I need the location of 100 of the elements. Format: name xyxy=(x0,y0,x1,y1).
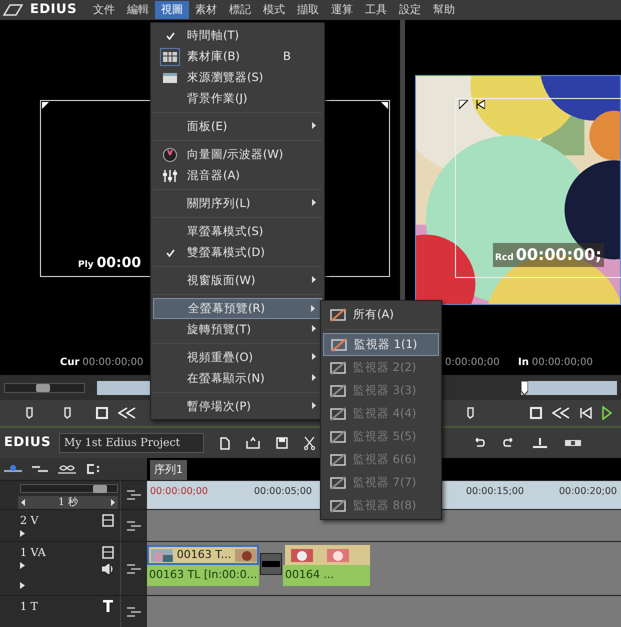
clip-label: 00164 ... xyxy=(285,567,334,584)
sync-icon[interactable] xyxy=(126,489,142,501)
scale-selector[interactable]: 1 秒 xyxy=(18,496,118,509)
expand-icon[interactable] xyxy=(20,562,25,569)
track-name: 1 VA xyxy=(20,545,46,561)
menu-item[interactable]: 模式 xyxy=(256,1,291,19)
sequence-tab[interactable]: 序列1 xyxy=(150,460,187,480)
rewind-icon[interactable] xyxy=(552,407,570,419)
open-icon[interactable] xyxy=(246,437,260,449)
stop-icon[interactable] xyxy=(530,407,542,419)
position-slider[interactable] xyxy=(521,380,618,394)
expand-icon[interactable] xyxy=(20,530,25,537)
timecode: 00:00:00;00 xyxy=(82,356,144,370)
menu-item[interactable]: 關閉序列(L) xyxy=(153,193,322,214)
track-name: 2 V xyxy=(20,513,38,529)
menu-item[interactable]: 雙螢幕模式(D) xyxy=(153,242,322,263)
menu-item[interactable]: 視窗版面(W) xyxy=(153,270,322,291)
step-back-icon[interactable] xyxy=(580,407,592,419)
no-monitor-icon xyxy=(329,476,347,490)
split-icon[interactable] xyxy=(532,437,547,449)
menu-item[interactable]: 編輯 xyxy=(120,1,155,19)
no-monitor-icon xyxy=(329,360,347,374)
track-name: 1 T xyxy=(20,599,38,615)
scope-icon xyxy=(162,148,178,162)
ripple-icon[interactable] xyxy=(564,438,581,448)
link-icon[interactable] xyxy=(58,464,76,474)
menu-item[interactable]: 暫停場次(P) xyxy=(153,396,322,417)
menu-item[interactable]: 時間軸(T) xyxy=(153,25,322,46)
video-clip[interactable]: 00163 T... xyxy=(147,545,259,565)
corner-marker-icon xyxy=(42,102,49,109)
menu-item[interactable]: 背景作業(J) xyxy=(153,88,322,109)
menu-item[interactable]: 標記 xyxy=(222,1,257,19)
menu-item[interactable]: 文件 xyxy=(86,1,121,19)
group-icon[interactable] xyxy=(86,464,102,474)
zoom-slider[interactable] xyxy=(20,484,118,493)
menu-item[interactable]: 工具 xyxy=(358,1,393,19)
menu-item[interactable]: 面板(E) xyxy=(153,116,322,137)
menu-item[interactable]: 在螢幕顯示(N) xyxy=(153,368,322,389)
video-clip[interactable] xyxy=(285,545,370,565)
audio-clip[interactable]: 00164 ... xyxy=(283,565,370,586)
ruler-timecode: 00:00:15;00 xyxy=(466,485,524,499)
menu-item[interactable]: 設定 xyxy=(392,1,427,19)
redo-icon[interactable] xyxy=(502,438,515,448)
stop-icon[interactable] xyxy=(96,407,108,419)
menu-item[interactable]: 擷取 xyxy=(290,1,325,19)
corner-marker-icon xyxy=(459,100,468,109)
video-toggle-icon[interactable] xyxy=(102,514,114,527)
sync-icon[interactable] xyxy=(126,606,142,618)
timecode-label: Cur xyxy=(60,356,80,370)
timecode: 00:00:00;00 xyxy=(532,356,593,370)
no-monitor-icon xyxy=(329,498,347,512)
app-logo-icon xyxy=(2,3,24,17)
no-monitor-icon xyxy=(329,452,347,466)
menu-item[interactable]: 監視器 1(1) xyxy=(323,333,439,356)
shuttle-slider[interactable] xyxy=(4,382,86,392)
slider-thumb[interactable] xyxy=(36,384,50,392)
menu-item[interactable]: 全螢幕預覽(R) xyxy=(153,298,322,319)
no-monitor-icon xyxy=(329,406,347,420)
new-file-icon[interactable] xyxy=(220,436,230,450)
slider-thumb[interactable] xyxy=(521,380,528,394)
ruler-timecode: 00:00:00;00 xyxy=(150,485,208,499)
menu-item[interactable]: 單螢幕模式(S) xyxy=(153,221,322,242)
ruler-timecode: 00:00:20;00 xyxy=(559,485,617,499)
save-icon[interactable] xyxy=(276,437,288,449)
scale-label: 1 秒 xyxy=(58,496,78,510)
title-icon[interactable] xyxy=(102,600,114,613)
video-toggle-icon[interactable] xyxy=(102,546,114,559)
shortcut-label: B xyxy=(283,48,291,65)
sync-icon[interactable] xyxy=(126,520,142,532)
menu-item[interactable]: 所有(A) xyxy=(323,303,439,326)
menu-item[interactable]: 旋轉預覽(T) xyxy=(153,319,322,340)
expand-icon[interactable] xyxy=(20,582,25,589)
play-icon[interactable] xyxy=(602,406,612,420)
menu-item[interactable]: 視圖 xyxy=(154,1,189,19)
rewind-icon[interactable] xyxy=(118,407,136,419)
transition-marker xyxy=(260,553,282,575)
arrow-left-icon[interactable] xyxy=(21,499,25,506)
timecode: 0:00:00;00 xyxy=(445,356,500,370)
cut-icon[interactable] xyxy=(304,436,315,450)
speaker-icon[interactable] xyxy=(102,564,114,574)
mark-out-icon[interactable] xyxy=(467,407,475,419)
menu-item[interactable]: 運算 xyxy=(324,1,359,19)
slider-thumb[interactable] xyxy=(93,485,108,493)
in-point-icon xyxy=(476,100,485,109)
menu-item[interactable]: 向量圖/示波器(W) xyxy=(153,144,322,165)
track-tool-icon[interactable] xyxy=(32,464,48,474)
menu-item[interactable]: 幫助 xyxy=(426,1,461,19)
mark-out-icon[interactable] xyxy=(64,407,72,419)
menu-item[interactable]: 來源瀏覽器(S) xyxy=(153,67,322,88)
menu-item[interactable]: 視頻重疊(O) xyxy=(153,347,322,368)
project-name-field[interactable]: My 1st Edius Project xyxy=(58,432,204,454)
sync-icon[interactable] xyxy=(126,562,142,574)
ruler-timecode: 00:00:05;00 xyxy=(254,485,312,499)
menu-item[interactable]: 素材庫(B) B xyxy=(153,46,322,67)
mark-in-icon[interactable] xyxy=(26,407,34,419)
menu-item[interactable]: 混音器(A) xyxy=(153,165,322,186)
track-tool-icon[interactable] xyxy=(4,464,22,474)
menu-item[interactable]: 素材 xyxy=(188,1,223,19)
undo-icon[interactable] xyxy=(472,438,485,448)
arrow-right-icon[interactable] xyxy=(110,499,115,506)
